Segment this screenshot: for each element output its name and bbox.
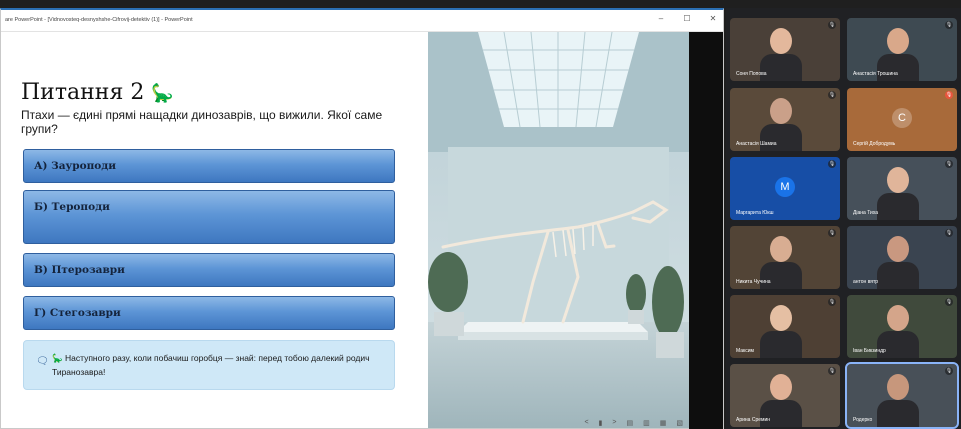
participant-video-body (877, 400, 919, 427)
meet-participants-grid: 🎙 Соня Попова 🎙 Анастасія Трошина 🎙 Анастасія… (726, 8, 961, 429)
window-dark-edge (689, 32, 723, 429)
participant-name: Сергій Добродумь (853, 141, 896, 147)
microphone-muted-icon: 🎙 (945, 367, 953, 375)
participant-tile[interactable]: 🎙 Соня Попова (730, 18, 840, 81)
slide-indicator[interactable]: ▮ (599, 419, 603, 427)
participant-video-head (770, 28, 792, 54)
participant-tile[interactable]: 🎙 Діана Тиха (847, 157, 957, 220)
question-title: Питання 2 🦕 (21, 80, 174, 105)
participant-video-head (770, 98, 792, 124)
microphone-muted-icon: 🎙 (828, 160, 836, 168)
participant-name: Діана Тиха (853, 210, 879, 216)
participant-video-head (887, 28, 909, 54)
minimize-button[interactable]: – (655, 14, 667, 23)
previous-slide-button[interactable]: < (584, 419, 588, 427)
microphone-muted-icon: 🎙 (945, 298, 953, 306)
participant-tile[interactable]: M 🎙 Маргарита Юкш (730, 157, 840, 220)
museum-dinosaur-image (428, 32, 689, 428)
microphone-muted-icon: 🎙 (828, 21, 836, 29)
participant-name: Анастасія Трошина (853, 71, 898, 77)
participant-avatar: C (892, 107, 912, 128)
microphone-muted-icon: 🎙 (945, 160, 953, 168)
participant-video-head (887, 167, 909, 193)
slide: Питання 2 🦕 Птахи — єдині прямі нащадки … (7, 32, 689, 428)
answer-option-d[interactable]: Г) Стегозаври (23, 296, 395, 330)
maximize-button[interactable]: ☐ (681, 14, 693, 23)
dinosaur-icon: 🦕 (52, 353, 63, 363)
participant-name: антон вятр (853, 279, 879, 285)
slide-left-panel: Питання 2 🦕 Птахи — єдині прямі нащадки … (7, 32, 427, 428)
fact-text: Наступного разу, коли побачиш горобця — … (52, 353, 370, 377)
question-title-text: Питання 2 (21, 80, 145, 105)
close-button[interactable]: ✕ (707, 14, 719, 23)
microphone-muted-icon: 🎙 (945, 229, 953, 237)
microphone-active-icon: 🎙 (945, 91, 953, 99)
reading-view-button[interactable]: ▦ (660, 419, 667, 427)
participant-name: Максим (736, 348, 754, 354)
participant-tile[interactable]: 🎙 Максим (730, 295, 840, 358)
participant-video-body (877, 262, 919, 289)
window-title: are PowerPoint - [Vidnovosteq-desnyshshe… (5, 17, 193, 23)
powerpoint-window: are PowerPoint - [Vidnovosteq-desnyshshe… (0, 8, 724, 429)
participant-video-head (770, 236, 792, 262)
microphone-muted-icon: 🎙 (828, 91, 836, 99)
participant-video-head (887, 374, 909, 400)
participant-tile[interactable]: 🎙 Арина Сремин (730, 364, 840, 427)
microphone-muted-icon: 🎙 (945, 21, 953, 29)
fact-callout-text: 🦕 Наступного разу, коли побачиш горобця … (52, 351, 372, 379)
participant-tile[interactable]: 🎙 Родерко (845, 362, 959, 429)
microphone-muted-icon: 🎙 (828, 367, 836, 375)
participant-video-head (770, 305, 792, 331)
participant-tile[interactable]: 🎙 Іван Бикзиндр (847, 295, 957, 358)
participant-video-head (887, 236, 909, 262)
participant-tile[interactable]: 🎙 Анастасія Трошина (847, 18, 957, 81)
participant-tile[interactable]: C 🎙 Сергій Добродумь (847, 88, 957, 151)
answer-option-c[interactable]: В) Птерозаври (23, 253, 395, 287)
participant-tile[interactable]: 🎙 Никита Чучина (730, 226, 840, 289)
participant-name: Маргарита Юкш (736, 210, 774, 216)
speech-bubble-icon: 🗨 (36, 356, 49, 367)
participant-tile[interactable]: 🎙 Анастасія Шамиа (730, 88, 840, 151)
participant-video-head (770, 374, 792, 400)
dinosaur-icon: 🦕 (151, 83, 174, 104)
slide-controls: < ▮ > ▤ ▥ ▦ ▧ (584, 419, 683, 427)
participant-name: Никита Чучина (736, 279, 771, 285)
window-titlebar: are PowerPoint - [Vidnovosteq-desnyshshe… (1, 10, 723, 32)
normal-view-button[interactable]: ▤ (627, 419, 634, 427)
participant-name: Іван Бикзиндр (853, 348, 886, 354)
participant-tile[interactable]: 🎙 антон вятр (847, 226, 957, 289)
participant-video-body (760, 331, 802, 358)
answer-option-a[interactable]: А) Зауроподи (23, 149, 395, 183)
question-text: Птахи — єдині прямі нащадки динозаврів, … (21, 108, 383, 136)
participant-name: Арина Сремин (736, 417, 771, 423)
participant-avatar: M (775, 176, 795, 197)
microphone-muted-icon: 🎙 (828, 298, 836, 306)
participant-video-head (887, 305, 909, 331)
participant-name: Анастасія Шамиа (736, 141, 777, 147)
sorter-view-button[interactable]: ▥ (643, 419, 650, 427)
answer-option-b[interactable]: Б) Тероподи (23, 190, 395, 244)
slideshow-button[interactable]: ▧ (676, 419, 683, 427)
microphone-muted-icon: 🎙 (828, 229, 836, 237)
participant-video-body (877, 193, 919, 220)
next-slide-button[interactable]: > (612, 419, 616, 427)
participant-name: Родерко (853, 417, 873, 423)
fact-callout: 🗨 🦕 Наступного разу, коли побачиш горобц… (23, 340, 395, 390)
participant-name: Соня Попова (736, 71, 767, 77)
